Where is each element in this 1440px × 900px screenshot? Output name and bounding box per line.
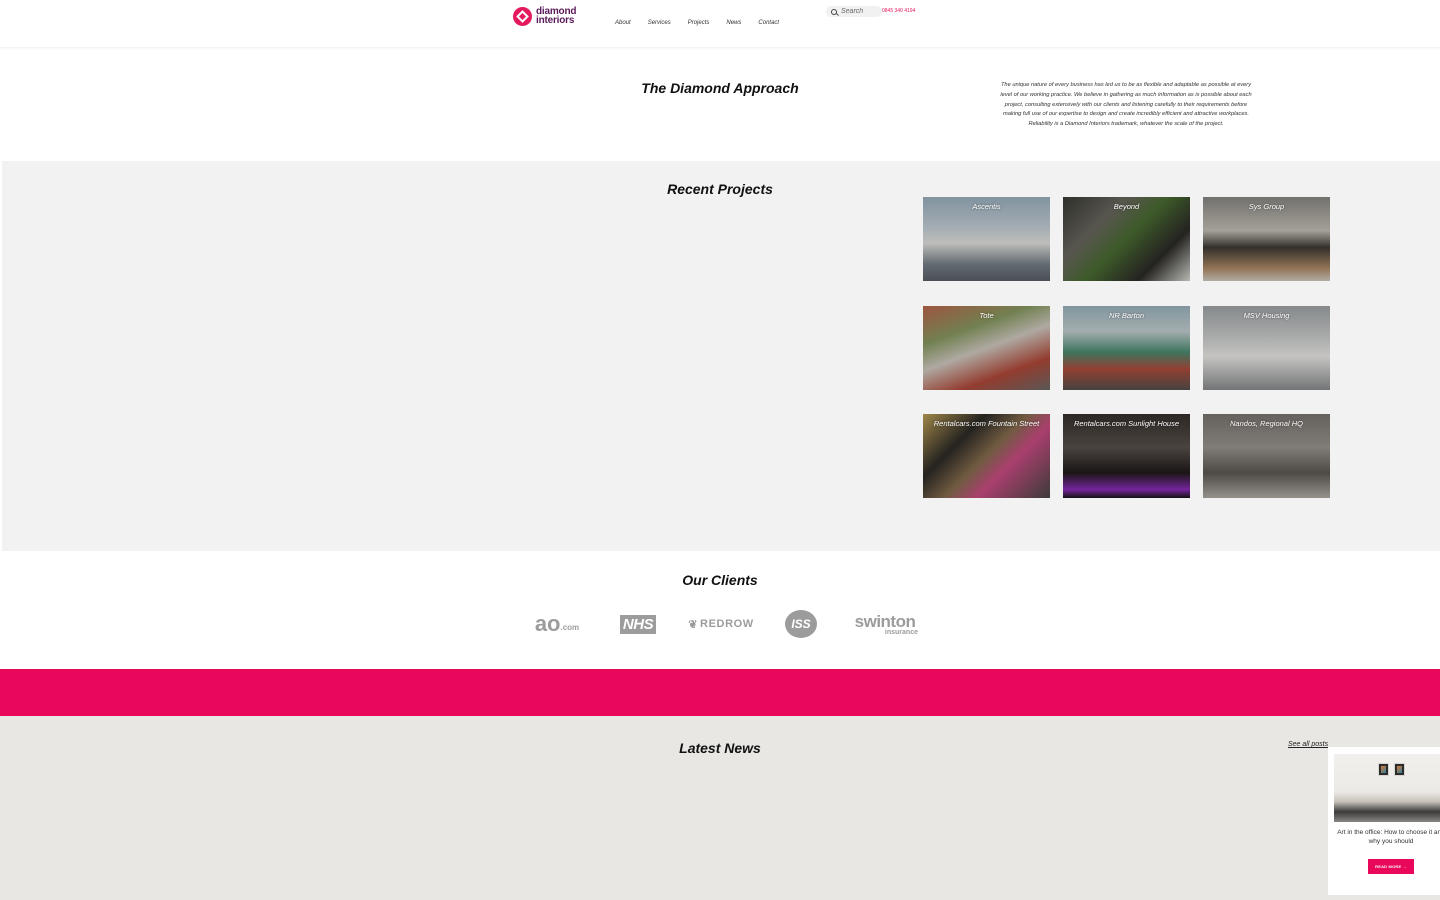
project-tile-beyond[interactable]: Beyond — [1063, 197, 1190, 281]
site-header: diamond interiors About Services Project… — [0, 0, 1440, 47]
nav-contact[interactable]: Contact — [758, 20, 779, 26]
nav-about[interactable]: About — [615, 20, 631, 26]
search-icon[interactable] — [831, 8, 837, 15]
logo[interactable]: diamond interiors — [513, 5, 576, 27]
project-tile-sys-group[interactable]: Sys Group — [1203, 197, 1330, 281]
read-more-button[interactable]: READ MORE → — [1368, 859, 1414, 874]
project-tile-rentalcars-sunlight-house[interactable]: Rentalcars.com Sunlight House — [1063, 414, 1190, 498]
project-label: Tote — [979, 311, 994, 320]
project-tile-nr-barton[interactable]: NR Barton — [1063, 306, 1190, 390]
project-tile-ascentis[interactable]: Ascentis — [923, 197, 1050, 281]
ao-logo-suffix: .com — [560, 622, 580, 632]
artwork-icon — [1378, 763, 1389, 776]
redrow-logo-text: REDROW — [700, 618, 754, 630]
project-label: MSV Housing — [1243, 311, 1290, 320]
client-logo-iss: ISS — [784, 609, 818, 639]
nav-services[interactable]: Services — [648, 20, 671, 26]
search-box[interactable] — [826, 6, 882, 17]
search-input[interactable] — [841, 8, 881, 15]
news-card-image — [1334, 754, 1440, 822]
page: diamond interiors About Services Project… — [0, 0, 1440, 900]
project-tile-tote[interactable]: Tote — [923, 306, 1050, 390]
main-nav: About Services Projects News Contact — [615, 20, 796, 26]
project-tile-rentalcars-fountain-street[interactable]: Rentalcars.com Fountain Street — [923, 414, 1050, 498]
news-card-title-line-1: Art in the office: How to choose it and — [1337, 829, 1440, 836]
artwork-icon — [1394, 763, 1405, 776]
logo-line-2: interiors — [536, 15, 575, 26]
approach-text: The unique nature of every business has … — [1000, 82, 1252, 128]
nav-news[interactable]: News — [726, 20, 741, 26]
clients-title: Our Clients — [682, 572, 758, 588]
client-logo-nhs: NHS — [614, 609, 662, 639]
news-card[interactable]: Art in the office: How to choose it and … — [1328, 747, 1440, 895]
project-label: Ascentis — [972, 202, 1001, 211]
ao-logo-text: ao — [534, 611, 561, 636]
news-card-title-line-2: why you should — [1368, 838, 1414, 846]
client-logo-swinton: swinton insurance — [850, 609, 920, 639]
project-label: Rentalcars.com Sunlight House — [1073, 419, 1180, 428]
project-label: Nandos, Regional HQ — [1230, 419, 1303, 428]
client-logo-redrow: ❦ REDROW — [686, 609, 756, 639]
news-card-title[interactable]: Art in the office: How to choose it and … — [1334, 828, 1440, 847]
pink-banner — [0, 669, 1440, 716]
swinton-logo-text: swinton — [854, 611, 916, 631]
phone-number[interactable]: 0845 340 4194 — [882, 8, 915, 14]
project-label: Beyond — [1113, 202, 1140, 211]
logo-text: diamond interiors — [536, 7, 576, 26]
project-label: Sys Group — [1248, 202, 1285, 211]
nav-projects[interactable]: Projects — [688, 20, 710, 26]
see-all-posts-link[interactable]: See all posts — [1288, 741, 1328, 748]
nhs-logo-text: NHS — [619, 614, 657, 634]
redrow-leaf-icon: ❦ — [688, 618, 699, 631]
news-title: Latest News — [679, 740, 761, 756]
client-logo-ao: ao .com — [532, 609, 582, 639]
project-tile-msv-housing[interactable]: MSV Housing — [1203, 306, 1330, 390]
project-label: NR Barton — [1108, 311, 1144, 320]
diamond-logo-icon — [513, 6, 532, 26]
approach-title: The Diamond Approach — [641, 80, 799, 96]
project-label: Rentalcars.com Fountain Street — [933, 419, 1040, 428]
swinton-logo-subtext: insurance — [884, 628, 918, 636]
iss-logo-text: ISS — [785, 610, 817, 638]
project-tile-nandos-regional-hq[interactable]: Nandos, Regional HQ — [1203, 414, 1330, 498]
projects-title: Recent Projects — [667, 181, 773, 197]
